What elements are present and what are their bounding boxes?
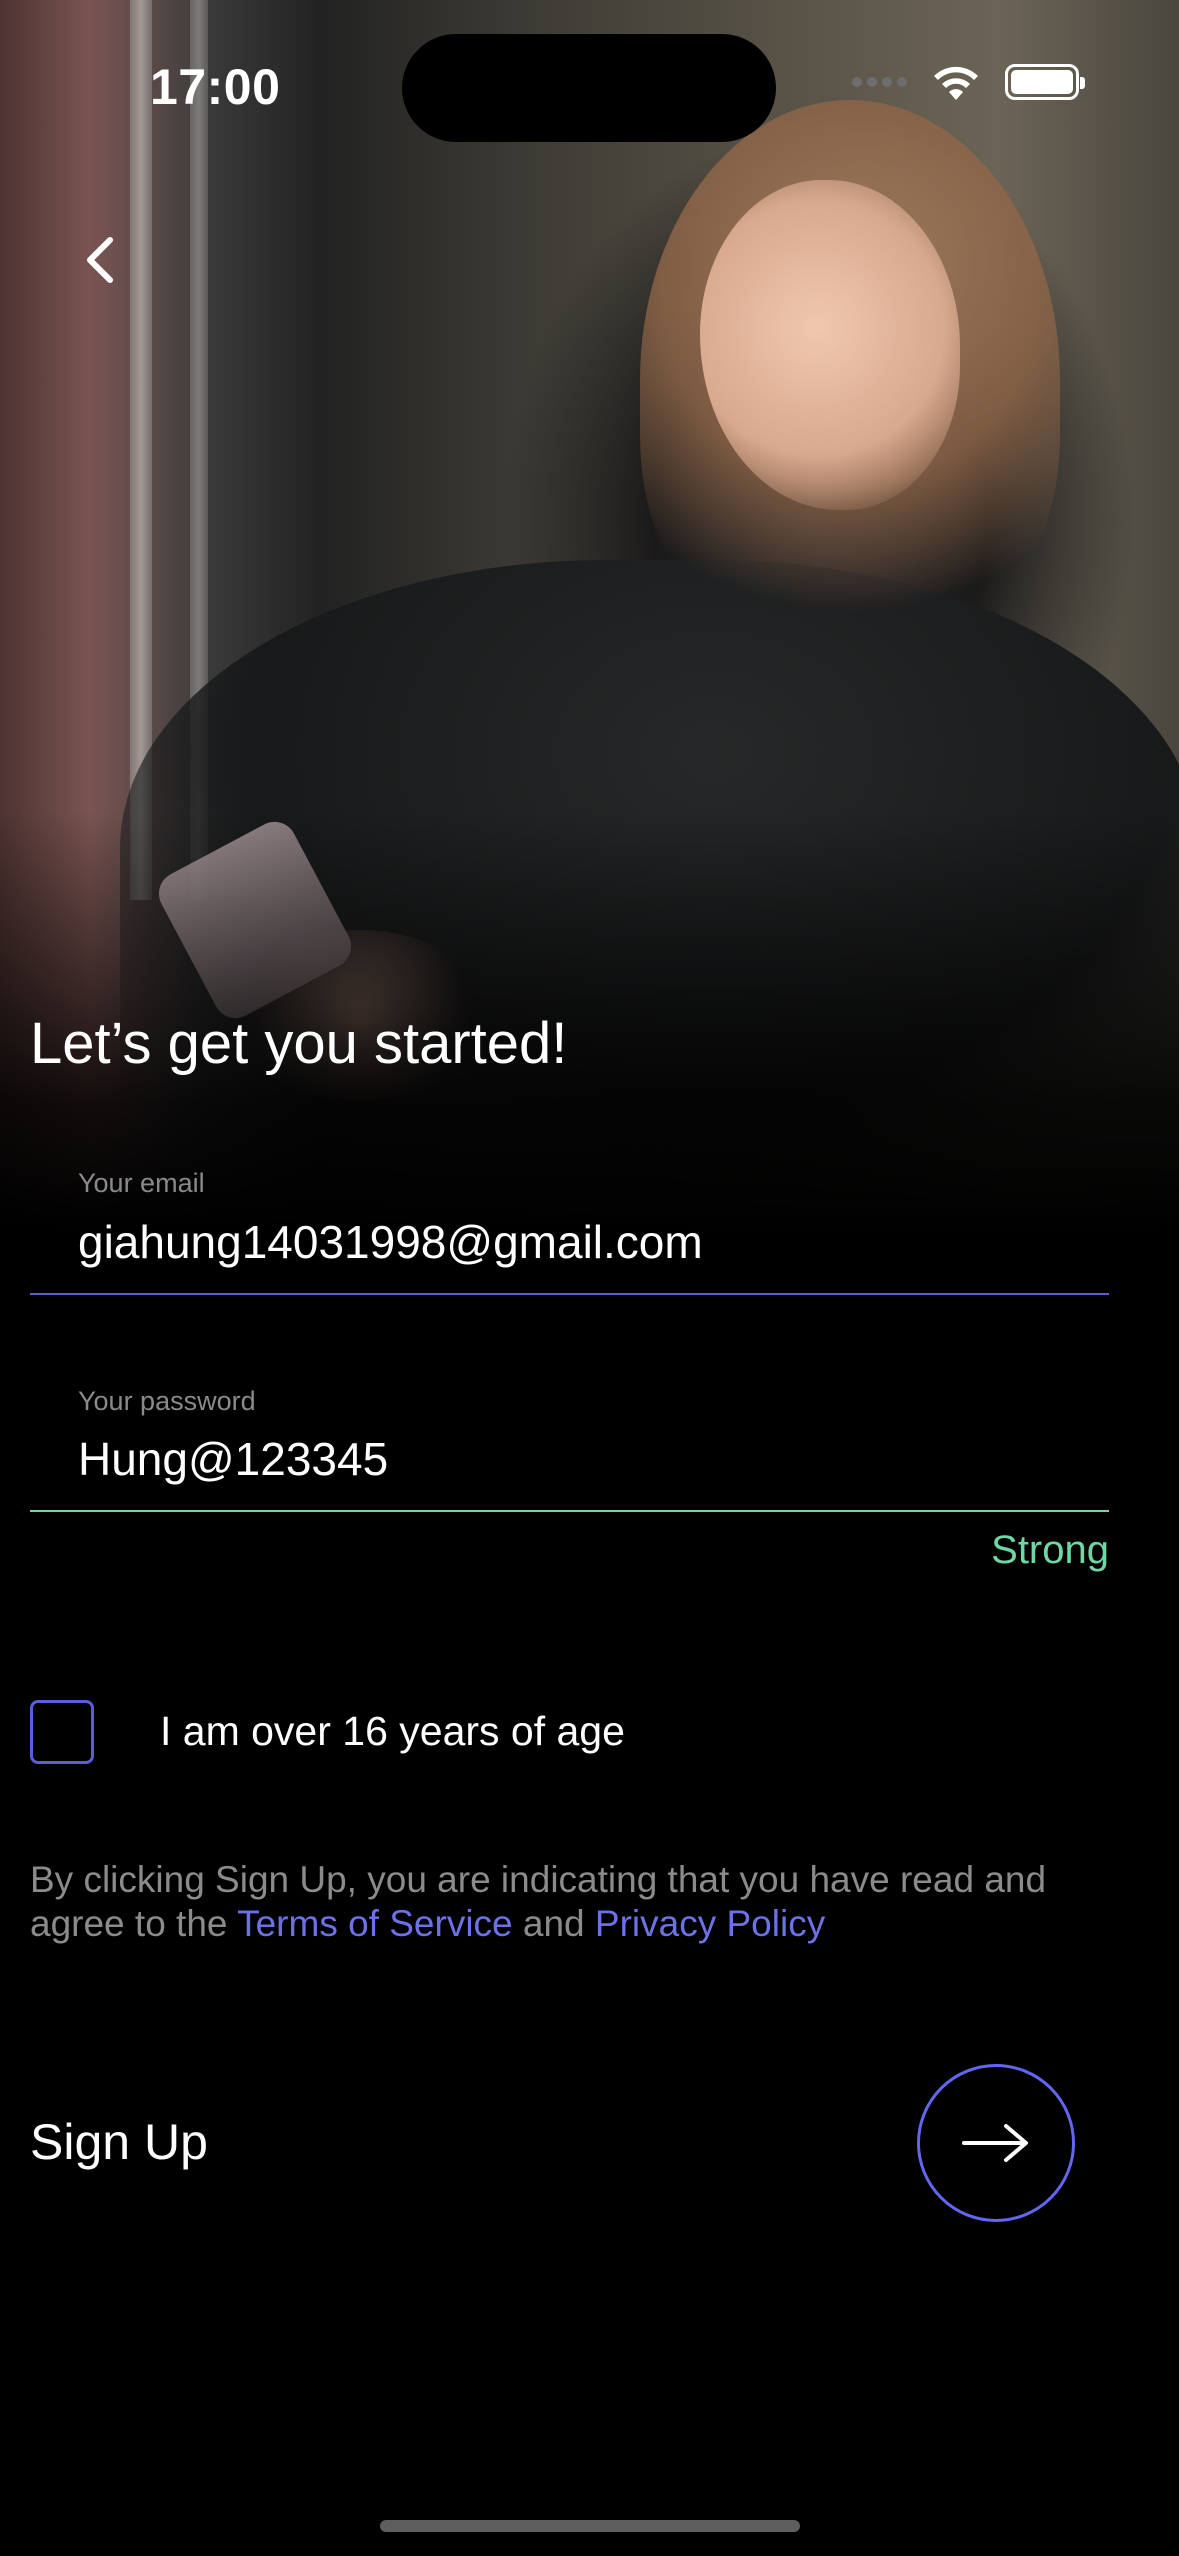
home-indicator — [380, 2520, 800, 2532]
wifi-icon — [934, 66, 978, 100]
legal-conjunction: and — [512, 1903, 595, 1944]
email-underline — [30, 1293, 1109, 1295]
status-time: 17:00 — [150, 59, 281, 115]
age-checkbox-label[interactable]: I am over 16 years of age — [160, 1708, 625, 1755]
back-button[interactable] — [70, 228, 130, 292]
email-field[interactable]: Your email giahung14031998@gmail.com — [30, 1160, 1109, 1300]
status-icons — [852, 62, 1085, 102]
age-checkbox[interactable] — [30, 1700, 94, 1764]
password-label: Your password — [78, 1386, 256, 1416]
arrow-right-icon — [962, 2124, 1028, 2162]
cellular-signal-icon — [852, 77, 907, 87]
email-input[interactable]: giahung14031998@gmail.com — [78, 1215, 703, 1269]
email-label: Your email — [78, 1168, 205, 1198]
terms-of-service-link[interactable]: Terms of Service — [237, 1903, 513, 1944]
password-input[interactable]: Hung@123345 — [78, 1432, 388, 1486]
battery-icon — [1005, 64, 1085, 100]
password-field[interactable]: Your password Hung@123345 — [30, 1380, 1109, 1520]
password-strength: Strong — [991, 1528, 1109, 1572]
page-title: Let’s get you started! — [30, 1011, 568, 1076]
signup-label: Sign Up — [30, 2114, 208, 2170]
dynamic-island — [402, 34, 776, 142]
password-underline — [30, 1510, 1109, 1512]
legal-text: By clicking Sign Up, you are indicating … — [30, 1858, 1150, 1946]
signup-button[interactable] — [917, 2064, 1075, 2222]
privacy-policy-link[interactable]: Privacy Policy — [595, 1903, 825, 1944]
chevron-left-icon — [87, 237, 113, 283]
